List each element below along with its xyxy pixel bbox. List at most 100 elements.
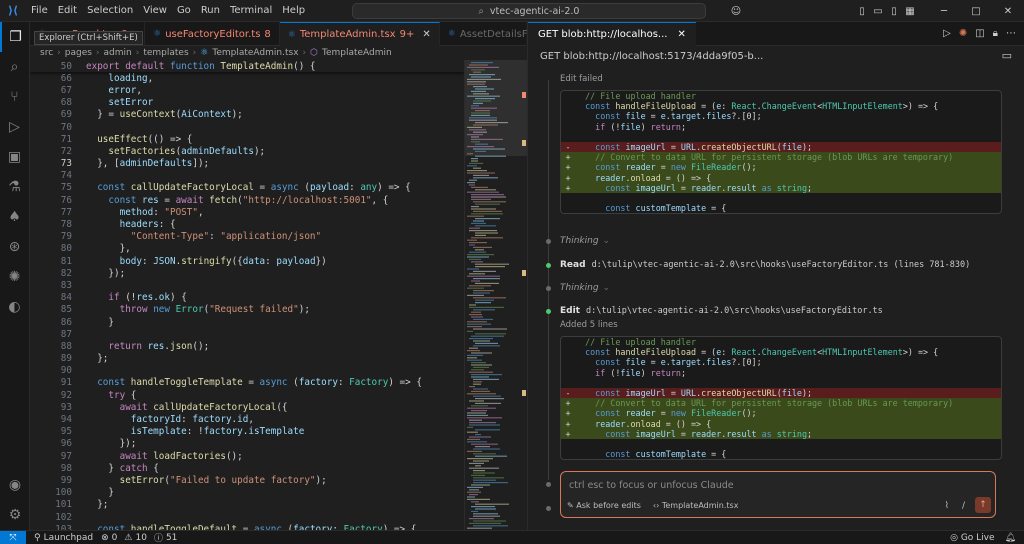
breadcrumb-segment[interactable]: admin <box>104 48 132 58</box>
breadcrumb-segment[interactable]: TemplateAdmin.tsx <box>212 48 298 58</box>
code-line[interactable]: 85 throw new Error("Request failed"); <box>30 304 464 316</box>
context-file-chip[interactable]: ‹› TemplateAdmin.tsx <box>653 501 739 510</box>
source-control-icon[interactable]: ⑂ <box>0 82 29 112</box>
claude-icon[interactable]: ✺ <box>0 262 29 292</box>
tab-templateadmin-tsx[interactable]: ⚛ TemplateAdmin.tsx 9+ ✕ <box>279 22 440 46</box>
extensions-icon[interactable]: ▣ <box>0 142 29 172</box>
git-graph-icon[interactable]: ⊛ <box>0 232 29 262</box>
code-line[interactable]: 69 } = useContext(AiContext); <box>30 109 464 121</box>
close-window-icon[interactable]: ✕ <box>992 6 1024 17</box>
layout-sidebar-icon[interactable]: ▯ <box>854 6 870 17</box>
command-center[interactable]: ⌕ vtec-agentic-ai-2.0 <box>352 3 706 19</box>
code-line[interactable]: 95 isTemplate: !factory.isTemplate <box>30 426 464 438</box>
code-line[interactable]: 103 const handleToggleDefault = async (f… <box>30 523 464 530</box>
customize-layout-icon[interactable]: ▦ <box>902 6 918 17</box>
menu-item-edit[interactable]: Edit <box>53 5 82 16</box>
sticky-scroll-line[interactable]: 50 export default function TemplateAdmin(… <box>30 60 464 73</box>
breadcrumb-segment[interactable]: TemplateAdmin <box>322 48 392 58</box>
send-button[interactable]: ↑ <box>975 497 991 513</box>
session-menu-icon[interactable]: ▭ <box>1002 49 1012 62</box>
minimap[interactable] <box>464 60 527 530</box>
code-line[interactable]: 87 <box>30 328 464 340</box>
code-line[interactable]: 90 <box>30 365 464 377</box>
ask-before-edits-toggle[interactable]: ✎ Ask before edits <box>567 501 641 510</box>
more-actions-icon[interactable]: ⋯ <box>1006 28 1016 39</box>
tab-usefactoryeditor-ts[interactable]: ⚛ useFactoryEditor.ts 8 <box>145 22 280 46</box>
maximize-icon[interactable]: □ <box>960 6 992 17</box>
menu-item-run[interactable]: Run <box>196 5 225 16</box>
read-path[interactable]: d:\tulip\vtec-agentic-ai-2.0\src\hooks\u… <box>592 260 971 270</box>
code-line[interactable]: 73 }, [adminDefaults]); <box>30 158 464 170</box>
code-line[interactable]: 98 } catch { <box>30 462 464 474</box>
edit-step[interactable]: Edit d:\tulip\vtec-agentic-ai-2.0\src\ho… <box>546 306 883 316</box>
code-line[interactable]: 79 "Content-Type": "application/json" <box>30 231 464 243</box>
account-icon[interactable]: ◉ <box>0 470 30 500</box>
code-line[interactable]: 82 }); <box>30 267 464 279</box>
remote-explorer-icon[interactable]: ◐ <box>0 292 29 322</box>
problems-indicator[interactable]: ⊗ 0 ⚠ 10 ⓘ 51 <box>101 531 177 544</box>
code-line[interactable]: 74 <box>30 170 464 182</box>
settings-gear-icon[interactable]: ⚙ <box>0 500 30 530</box>
layout-aux-icon[interactable]: ▯ <box>886 6 902 17</box>
minimize-icon[interactable]: ─ <box>928 6 960 17</box>
thinking-step[interactable]: Thinking ⌄ <box>546 283 610 293</box>
code-line[interactable]: 72 setFactories(adminDefaults); <box>30 145 464 157</box>
code-line[interactable]: 67 error, <box>30 84 464 96</box>
attach-paperclip-icon[interactable]: ⌇ <box>945 501 949 511</box>
code-line[interactable]: 75 const callUpdateFactoryLocal = async … <box>30 182 464 194</box>
code-line[interactable]: 81 body: JSON.stringify({data: payload}) <box>30 255 464 267</box>
thinking-step[interactable]: Thinking ⌄ <box>546 236 610 246</box>
code-line[interactable]: 83 <box>30 279 464 291</box>
breadcrumb-segment[interactable]: pages <box>65 48 92 58</box>
code-line[interactable]: 84 if (!res.ok) { <box>30 292 464 304</box>
remote-indicator-icon[interactable]: ⤧ <box>0 530 26 544</box>
code-line[interactable]: 89 }; <box>30 353 464 365</box>
tab-assetdetailsf[interactable]: ⚛ AssetDetailsF <box>440 22 541 46</box>
layout-panel-icon[interactable]: ▭ <box>870 6 886 17</box>
tab-claude-session[interactable]: GET blob:http://localhos... ✕ <box>528 21 696 46</box>
menu-item-file[interactable]: File <box>26 5 53 16</box>
menu-item-selection[interactable]: Selection <box>82 5 138 16</box>
golive-button[interactable]: ◎ Go Live <box>950 533 994 543</box>
slash-command-icon[interactable]: / <box>962 501 965 511</box>
explorer-icon[interactable]: ❐ <box>0 22 29 52</box>
launchpad-button[interactable]: ⚲ Launchpad <box>34 533 93 543</box>
code-line[interactable]: 93 await callUpdateFactoryLocal({ <box>30 401 464 413</box>
code-line[interactable]: 91 const handleToggleTemplate = async (f… <box>30 377 464 389</box>
code-line[interactable]: 86 } <box>30 316 464 328</box>
chat-icon[interactable]: ☺ <box>728 6 744 17</box>
search-view-icon[interactable]: ⌕ <box>0 52 29 82</box>
menu-item-terminal[interactable]: Terminal <box>225 5 277 16</box>
run-debug-icon[interactable]: ▷ <box>0 112 29 142</box>
breadcrumb-segment[interactable]: templates <box>143 48 188 58</box>
code-line[interactable]: 97 await loadFactories(); <box>30 450 464 462</box>
code-line[interactable]: 94 factoryId: factory.id, <box>30 413 464 425</box>
code-line[interactable]: 68 setError <box>30 97 464 109</box>
split-editor-icon[interactable]: ◫ <box>975 28 984 39</box>
code-line[interactable]: 70 <box>30 121 464 133</box>
edit-path[interactable]: d:\tulip\vtec-agentic-ai-2.0\src\hooks\u… <box>586 306 883 316</box>
breadcrumb-segment[interactable]: src <box>40 48 53 58</box>
mongodb-icon[interactable]: ♠ <box>0 202 29 232</box>
close-tab-icon[interactable]: ✕ <box>677 29 685 40</box>
code-line[interactable]: 99 setError("Failed to update factory"); <box>30 474 464 486</box>
code-line[interactable]: 78 headers: { <box>30 218 464 230</box>
code-line[interactable]: 101 }; <box>30 499 464 511</box>
code-line[interactable]: 66 loading, <box>30 72 464 84</box>
testing-icon[interactable]: ⚗ <box>0 172 29 202</box>
run-icon[interactable]: ▷ <box>943 28 951 39</box>
code-line[interactable]: 92 try { <box>30 389 464 401</box>
lock-icon[interactable]: 🔒︎ <box>993 28 998 39</box>
code-editor[interactable]: 50 export default function TemplateAdmin(… <box>30 60 464 530</box>
notifications-bell-icon[interactable]: 🔔︎ <box>1005 533 1016 543</box>
claude-spark-icon[interactable]: ✺ <box>959 28 967 39</box>
code-line[interactable]: 102 <box>30 511 464 523</box>
menu-item-go[interactable]: Go <box>172 5 196 16</box>
code-line[interactable]: 77 method: "POST", <box>30 206 464 218</box>
chat-input[interactable]: ctrl esc to focus or unfocus Claude ✎ As… <box>560 471 996 518</box>
menu-item-help[interactable]: Help <box>277 5 310 16</box>
close-tab-icon[interactable]: ✕ <box>422 29 430 40</box>
code-line[interactable]: 96 }); <box>30 438 464 450</box>
read-step[interactable]: Read d:\tulip\vtec-agentic-ai-2.0\src\ho… <box>546 260 970 270</box>
menu-item-view[interactable]: View <box>138 5 172 16</box>
